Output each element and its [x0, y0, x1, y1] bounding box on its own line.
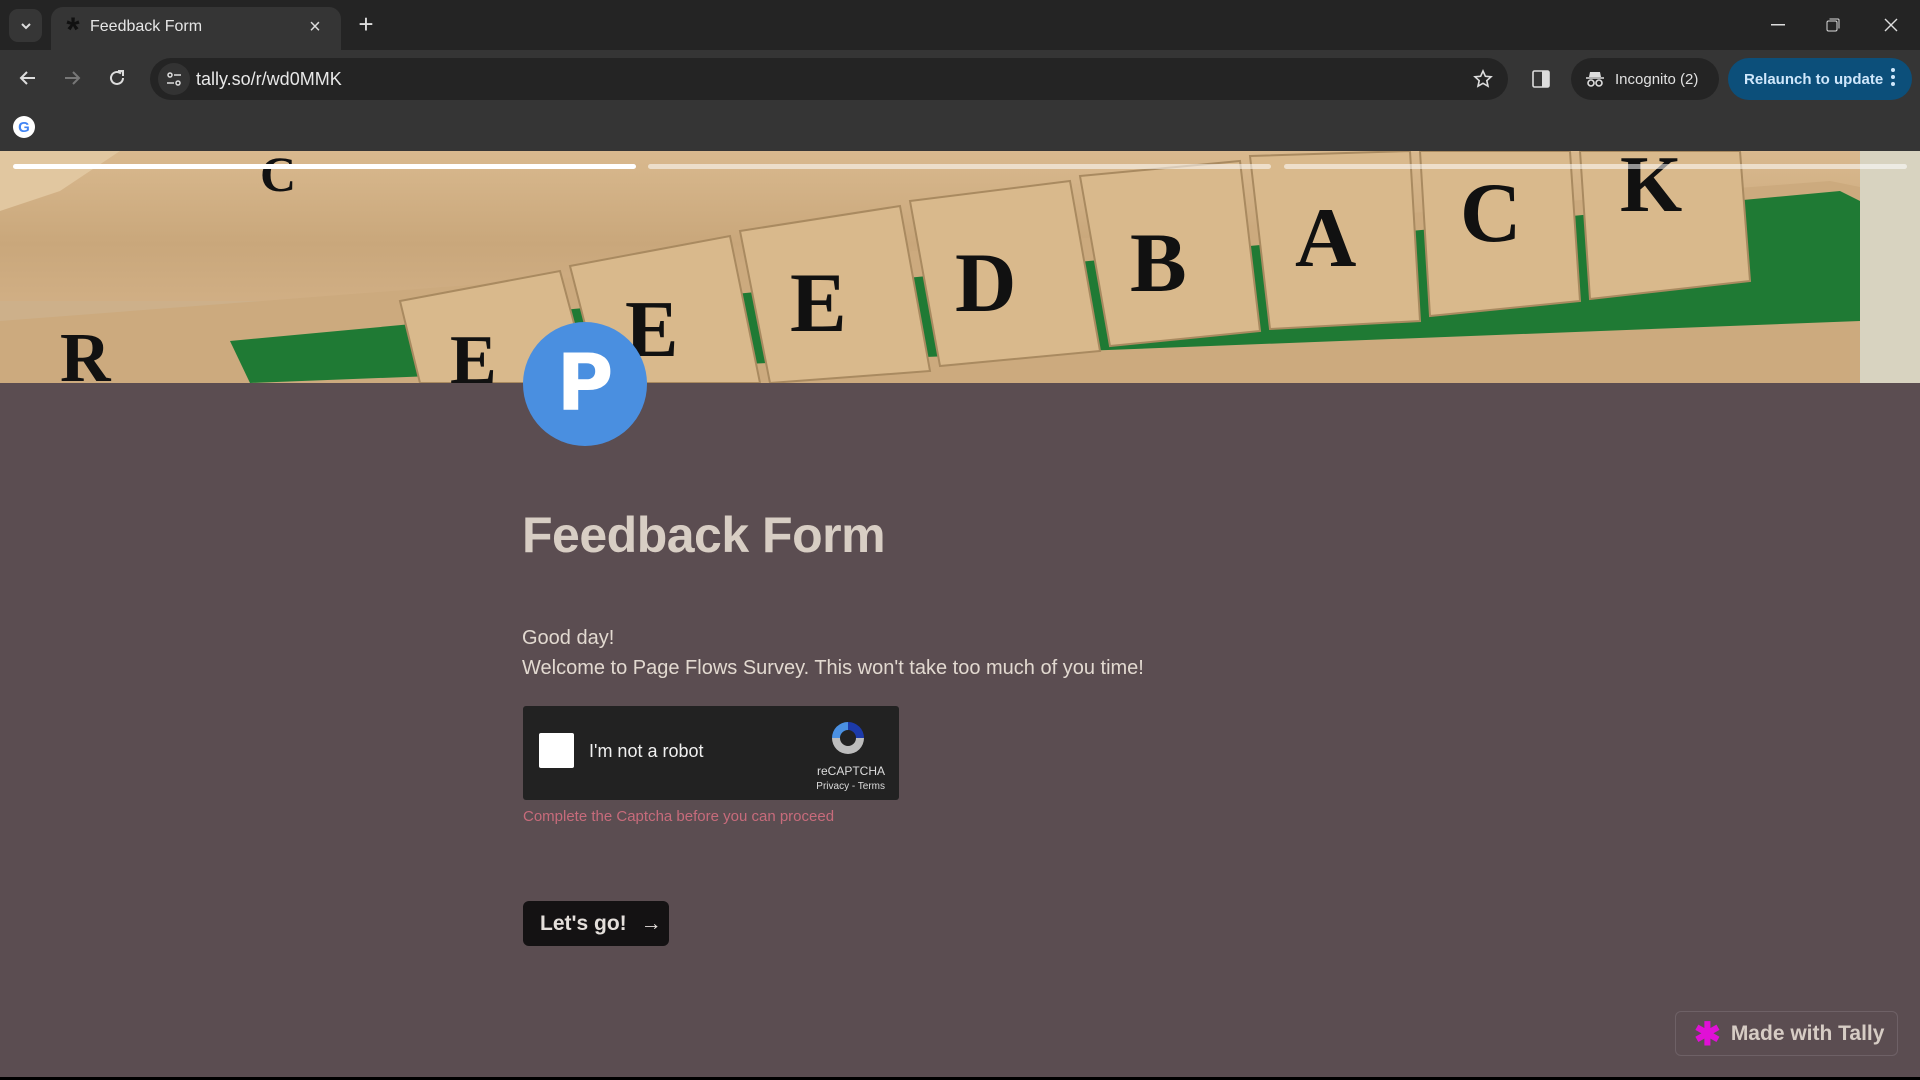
- tab-title: Feedback Form: [90, 18, 203, 35]
- intro-welcome: Welcome to Page Flows Survey. This won't…: [522, 657, 1144, 679]
- form-title: Feedback Form: [522, 507, 886, 563]
- side-panel-icon: [1532, 70, 1550, 88]
- incognito-button[interactable]: Incognito (2): [1571, 58, 1719, 100]
- svg-text:R: R: [60, 320, 112, 383]
- google-bookmark-icon[interactable]: G: [13, 116, 35, 138]
- new-tab-button[interactable]: +: [352, 10, 380, 38]
- recaptcha-logo-icon: [832, 722, 864, 754]
- svg-text:E: E: [790, 256, 847, 350]
- restore-icon: [1826, 18, 1840, 32]
- cover-image: E E E D B A C K C R: [0, 151, 1920, 383]
- incognito-label: Incognito (2): [1615, 70, 1699, 88]
- tab-search-button[interactable]: [9, 9, 42, 42]
- site-info-button[interactable]: [158, 63, 190, 95]
- recaptcha-widget: I'm not a robot reCAPTCHA Privacy - Term…: [523, 706, 899, 800]
- more-vert-icon[interactable]: [1890, 67, 1896, 87]
- svg-text:C: C: [260, 151, 296, 202]
- address-bar[interactable]: tally.so/r/wd0MMK: [150, 58, 1508, 100]
- tally-asterisk-icon: ✱: [1694, 1015, 1721, 1052]
- reload-icon: [110, 70, 124, 85]
- arrow-right-icon: [65, 71, 81, 85]
- lets-go-label: Let's go!: [540, 911, 627, 935]
- intro-greeting: Good day!: [522, 627, 615, 649]
- star-icon: [1473, 69, 1493, 88]
- close-icon: [1884, 18, 1898, 32]
- minimize-button[interactable]: [1758, 10, 1798, 40]
- svg-text:K: K: [1620, 151, 1682, 229]
- form-intro: Good day! Welcome to Page Flows Survey. …: [522, 623, 1144, 683]
- made-with-tally-badge[interactable]: ✱ Made with Tally: [1675, 1011, 1898, 1056]
- lets-go-button[interactable]: Let's go! →: [523, 901, 669, 946]
- progress-step-1: [13, 164, 636, 169]
- bookmark-star-button[interactable]: [1470, 66, 1496, 92]
- close-tab-icon[interactable]: ×: [303, 15, 327, 39]
- browser-titlebar: * Feedback Form × +: [0, 0, 1920, 50]
- url-text[interactable]: tally.so/r/wd0MMK: [196, 69, 342, 90]
- asterisk-icon: *: [66, 11, 80, 49]
- captcha-error-message: Complete the Captcha before you can proc…: [523, 808, 835, 825]
- made-with-tally-label: Made with Tally: [1730, 1021, 1885, 1045]
- arrow-left-icon: [19, 71, 35, 85]
- tally-form-page: E E E D B A C K C R P Feedback Form Good…: [0, 151, 1920, 1077]
- svg-text:C: C: [1460, 166, 1521, 260]
- recaptcha-privacy-terms-links[interactable]: Privacy - Terms: [816, 781, 885, 792]
- svg-text:E: E: [450, 322, 497, 383]
- side-panel-button[interactable]: [1526, 64, 1556, 94]
- incognito-icon: [1586, 72, 1604, 87]
- relaunch-to-update-button[interactable]: Relaunch to update: [1728, 58, 1912, 100]
- back-button[interactable]: [12, 62, 44, 94]
- recaptcha-label: I'm not a robot: [589, 741, 704, 761]
- svg-text:B: B: [1130, 216, 1187, 310]
- bookmarks-bar: G: [0, 107, 1920, 151]
- recaptcha-checkbox[interactable]: [539, 733, 574, 768]
- progress-step-2: [648, 164, 1271, 169]
- restore-button[interactable]: [1813, 10, 1853, 40]
- recaptcha-brand: reCAPTCHA: [816, 764, 885, 778]
- browser-toolbar: tally.so/r/wd0MMK Incognito (2) Relaunch…: [0, 50, 1920, 107]
- chevron-down-icon: [20, 22, 31, 29]
- svg-text:A: A: [1295, 191, 1356, 285]
- tune-icon: [167, 72, 181, 86]
- minimize-icon: [1771, 24, 1785, 26]
- form-logo: P: [523, 322, 647, 446]
- close-window-button[interactable]: [1871, 10, 1911, 40]
- svg-text:D: D: [955, 236, 1016, 330]
- scrabble-feedback-image: E E E D B A C K C R: [0, 151, 1920, 383]
- reload-button[interactable]: [101, 62, 133, 94]
- forward-button[interactable]: [56, 62, 88, 94]
- browser-tab[interactable]: * Feedback Form ×: [51, 7, 341, 50]
- arrow-right-icon: →: [640, 911, 662, 935]
- progress-step-3: [1284, 164, 1907, 169]
- relaunch-label: Relaunch to update: [1744, 70, 1884, 88]
